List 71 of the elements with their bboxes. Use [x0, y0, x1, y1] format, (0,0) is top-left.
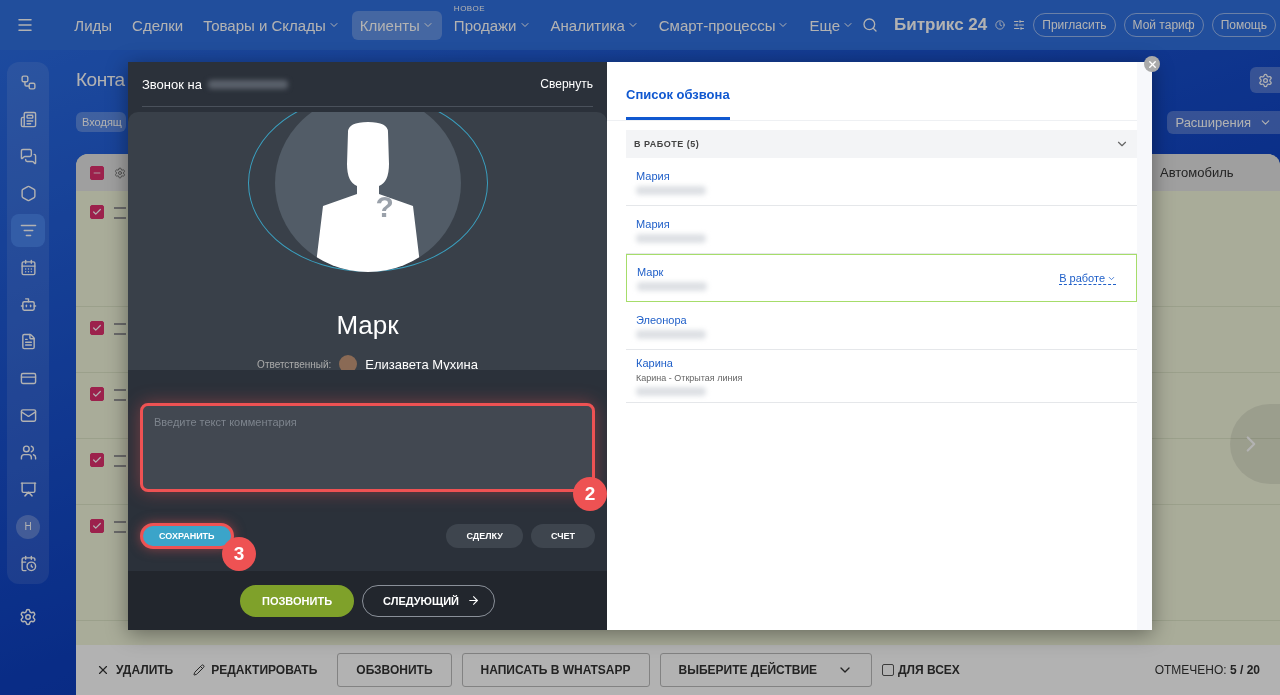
- row-checkbox[interactable]: [90, 519, 104, 533]
- row-checkbox[interactable]: [90, 453, 104, 467]
- selected-count: ОТМЕЧЕНО: 5 / 20: [1154, 663, 1260, 677]
- user-avatar: [339, 355, 358, 370]
- select-all-checkbox[interactable]: [90, 165, 104, 180]
- settings-icon[interactable]: [114, 166, 126, 179]
- redacted-phone: [636, 387, 706, 396]
- check-icon: [92, 455, 102, 465]
- check-icon: [92, 323, 102, 333]
- drag-handle-icon[interactable]: [114, 389, 126, 401]
- item-subtitle: Карина - Открытая линия: [636, 373, 743, 383]
- page-title: Конта: [76, 69, 125, 91]
- edit-action[interactable]: РЕДАКТИРОВАТЬ: [193, 663, 318, 677]
- funnel-icon[interactable]: [11, 214, 45, 247]
- call-list-item[interactable]: Мария: [626, 158, 1137, 206]
- collapse-link[interactable]: Свернуть: [540, 77, 593, 91]
- row-checkbox[interactable]: [90, 387, 104, 401]
- nav-item[interactable]: Сделки: [124, 10, 192, 40]
- redacted-phone: [636, 329, 706, 339]
- contact-link[interactable]: Карина: [636, 357, 743, 369]
- pencil-icon: [193, 664, 206, 676]
- nav-item[interactable]: Товары и Склады: [195, 10, 348, 40]
- call-title: Звонок на: [142, 76, 202, 92]
- action-button[interactable]: НАПИСАТЬ В WHATSAPP: [461, 653, 650, 687]
- call-list-item[interactable]: Карина Карина - Открытая линия: [626, 350, 1137, 403]
- drag-handle-icon[interactable]: [114, 521, 126, 533]
- nav-item[interactable]: Смарт-процессы: [650, 10, 798, 40]
- step-badge: 3: [222, 537, 256, 571]
- delete-action[interactable]: УДАЛИТЬ: [96, 663, 174, 677]
- contact-name: Марк: [336, 310, 399, 341]
- create-button[interactable]: СЧЕТ: [530, 524, 595, 548]
- drag-handle-icon[interactable]: [114, 455, 126, 467]
- redacted-phone: [636, 233, 706, 243]
- drag-handle-icon[interactable]: [114, 207, 126, 219]
- close-icon: [96, 663, 110, 677]
- sliders-icon[interactable]: [1013, 19, 1026, 31]
- call-list-item[interactable]: Марк В работе: [626, 254, 1137, 302]
- contact-link[interactable]: Мария: [636, 169, 706, 182]
- contact-link[interactable]: Элеонора: [636, 313, 706, 326]
- tab[interactable]: Список обзвона: [626, 87, 730, 120]
- call-list-item[interactable]: Элеонора: [626, 302, 1137, 350]
- column-header[interactable]: Автомобиль: [1160, 165, 1280, 180]
- create-button[interactable]: СДЕЛКУ: [446, 524, 523, 548]
- row-checkbox[interactable]: [90, 321, 104, 335]
- redacted-phone: [636, 185, 706, 195]
- contact-link[interactable]: Мария: [636, 217, 706, 230]
- row-checkbox[interactable]: [90, 205, 104, 219]
- menu-icon[interactable]: [16, 16, 35, 34]
- logo[interactable]: Битрикс 24: [894, 15, 988, 35]
- nav-item[interactable]: Лиды: [66, 10, 121, 40]
- action-select[interactable]: ВЫБЕРИТЕ ДЕЙСТВИЕ: [659, 653, 872, 687]
- call-list-item[interactable]: Мария: [626, 206, 1137, 254]
- action-button[interactable]: ОБЗВОНИТЬ: [337, 653, 452, 687]
- arrow-right-icon: [467, 594, 480, 607]
- group-header[interactable]: В РАБОТЕ (5): [626, 130, 1137, 158]
- responsible-label: Ответственный:: [257, 358, 332, 370]
- new-label: НОВОЕ: [453, 3, 485, 13]
- redacted-phone: [637, 282, 707, 291]
- for-all-checkbox[interactable]: ДЛЯ ВСЕХ: [882, 663, 960, 677]
- nav-item[interactable]: Еще: [801, 10, 862, 40]
- check-icon: [92, 207, 102, 217]
- clock-icon: [995, 20, 1006, 30]
- check-icon: [92, 389, 102, 399]
- question-mark: ?: [375, 190, 394, 224]
- search-icon[interactable]: [862, 17, 878, 33]
- status-dropdown[interactable]: В работе: [1059, 272, 1116, 285]
- drag-handle-icon[interactable]: [114, 323, 126, 335]
- contact-link[interactable]: Марк: [637, 266, 707, 278]
- check-icon: [92, 521, 102, 531]
- nav-item[interactable]: Аналитика: [542, 10, 647, 40]
- step-badge: 2: [573, 477, 607, 511]
